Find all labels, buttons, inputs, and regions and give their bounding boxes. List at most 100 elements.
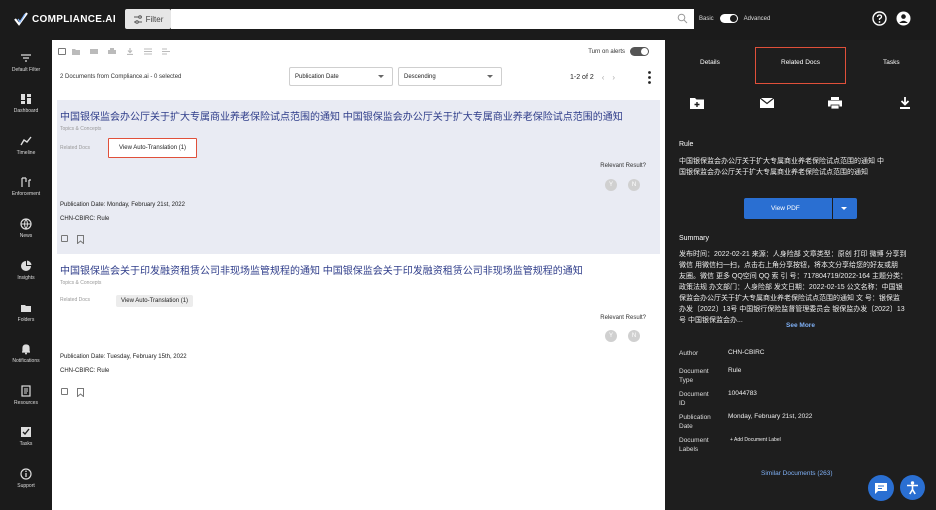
filter-icon: [133, 14, 142, 24]
sidebar-item-resources[interactable]: Resources: [0, 385, 52, 406]
search-input[interactable]: [171, 9, 694, 29]
relevant-yes-button[interactable]: Y: [605, 179, 617, 191]
tab-tasks[interactable]: Tasks: [883, 59, 900, 66]
timeline-icon: [20, 136, 32, 146]
document-title-link[interactable]: 中国银保监会关于印发融资租赁公司非现场监管规程的通知 中国银保监会关于印发融资租…: [60, 262, 583, 277]
summary-line: 政策法规 办文部门：人身险部 发文日期：2022-02-15 公文名称：中国银: [679, 284, 903, 291]
doc-labels-key: Document Labels: [679, 437, 709, 453]
sidebar-item-folders[interactable]: Folders: [0, 302, 52, 323]
next-page-icon[interactable]: ›: [612, 73, 615, 82]
more-options-icon[interactable]: [648, 71, 651, 84]
sidebar-item-tasks[interactable]: Tasks: [0, 426, 52, 447]
dashboard-icon: [21, 94, 31, 104]
document-row[interactable]: 中国银保监会办公厅关于扩大专属商业养老保险试点范围的通知 中国银保监会办公厅关于…: [57, 100, 660, 254]
document-row[interactable]: 中国银保监会关于印发融资租赁公司非现场监管规程的通知 中国银保监会关于印发融资租…: [57, 254, 660, 404]
chevron-down-icon: [487, 75, 493, 78]
prev-page-icon[interactable]: ‹: [602, 73, 605, 82]
bell-icon: [22, 344, 30, 355]
chat-button[interactable]: [868, 475, 894, 501]
alerts-switch[interactable]: [630, 47, 649, 56]
document-title-link[interactable]: 中国银保监会办公厅关于扩大专属商业养老保险试点范围的通知 中国银保监会办公厅关于…: [60, 108, 623, 123]
bookmark-icon[interactable]: [77, 235, 84, 244]
add-document-label-link[interactable]: + Add Document Label: [730, 437, 781, 443]
search-mode-toggle[interactable]: Basic Advanced: [699, 14, 770, 23]
view-auto-translation-button[interactable]: View Auto-Translation (1): [108, 138, 198, 158]
topics-label[interactable]: Topics & Concepts: [60, 126, 101, 132]
sidebar-item-dashboard[interactable]: Dashboard: [0, 93, 52, 114]
user-account-icon[interactable]: [896, 11, 911, 26]
tab-related-docs[interactable]: Related Docs: [781, 59, 820, 66]
sidebar-item-label: News: [19, 233, 33, 239]
doc-type-value: Rule: [728, 367, 742, 374]
filter-button[interactable]: Filter: [125, 9, 171, 29]
view-pdf-button[interactable]: View PDF: [744, 198, 857, 219]
doc-type-key: Document Type: [679, 368, 709, 384]
sort-field-select[interactable]: Publication Date: [289, 67, 393, 86]
doc-id-value: 10044783: [728, 390, 757, 397]
info-icon: [20, 468, 32, 480]
sidebar-item-enforcement[interactable]: Enforcement: [0, 176, 52, 197]
relevant-no-button[interactable]: N: [628, 330, 640, 342]
globe-icon: [20, 218, 32, 230]
help-icon[interactable]: [872, 11, 887, 26]
chevron-down-icon: [378, 75, 384, 78]
summary-line: 保监会办公厅关于扩大专属商业养老保险试点范围的通知 文 号：银保监: [679, 295, 900, 302]
alerts-toggle[interactable]: Turn on alerts: [588, 47, 649, 56]
print-icon[interactable]: [828, 97, 842, 109]
pagination: 1-2 of 2 ‹ ›: [570, 73, 615, 82]
folder-add-icon[interactable]: [72, 48, 80, 55]
document-details-panel: Details Related Docs Tasks Rule 中国银保监会办公…: [665, 40, 936, 510]
logo[interactable]: COMPLIANCE.AI: [14, 12, 116, 26]
sidebar-item-notifications[interactable]: Notifications: [0, 343, 52, 364]
sidebar-item-label: Insights: [17, 275, 35, 281]
list-view-icon[interactable]: [144, 48, 152, 55]
accessibility-button[interactable]: [900, 475, 925, 500]
sort-order-select[interactable]: Descending: [398, 67, 502, 86]
compact-view-icon[interactable]: [162, 48, 170, 55]
document-checkbox[interactable]: [61, 388, 68, 395]
folder-icon: [21, 305, 31, 312]
accessibility-icon: [907, 480, 918, 494]
alerts-label: Turn on alerts: [588, 48, 625, 55]
similar-documents-link[interactable]: Similar Documents (263): [761, 470, 833, 477]
print-icon[interactable]: [108, 48, 116, 55]
relevant-yes-button[interactable]: Y: [605, 330, 617, 342]
download-icon[interactable]: [126, 48, 134, 55]
pub-date-key: Publication Date: [679, 414, 711, 430]
mode-switch[interactable]: [719, 14, 738, 23]
related-docs-label: Related Docs: [60, 297, 91, 303]
summary-line: 微信 用微信扫一扫，点击右上角分享按钮，将本文分享给您的好友或朋: [679, 262, 898, 269]
download-icon[interactable]: [898, 97, 912, 109]
sidebar-item-insights[interactable]: Insights: [0, 260, 52, 281]
results-count: 2 Documents from Compliance.ai - 0 selec…: [60, 74, 182, 80]
chat-icon: [875, 482, 887, 494]
related-docs-label: Related Docs: [60, 145, 91, 151]
chevron-down-icon[interactable]: [841, 207, 847, 210]
sidebar-item-news[interactable]: News: [0, 218, 52, 239]
sidebar-item-timeline[interactable]: Timeline: [0, 135, 52, 156]
document-checkbox[interactable]: [61, 235, 68, 242]
split-divider: [832, 198, 833, 219]
folder-add-icon[interactable]: [690, 97, 704, 109]
brand-name: COMPLIANCE.AI: [32, 13, 116, 25]
author-value: CHN-CBIRC: [728, 349, 765, 356]
tab-details[interactable]: Details: [700, 59, 720, 66]
select-all-checkbox[interactable]: [58, 48, 66, 55]
bookmark-icon[interactable]: [77, 388, 84, 397]
email-icon[interactable]: [760, 97, 774, 109]
email-icon[interactable]: [90, 48, 98, 55]
see-more-link[interactable]: See More: [665, 322, 936, 329]
document-title-line: 中国银保监会办公厅关于扩大专属商业养老保险试点范围的通知 中: [679, 158, 884, 165]
relevant-result-label: Relevant Result?: [600, 315, 646, 321]
sidebar: Default Filter Dashboard Timeline Enforc…: [0, 40, 52, 510]
agency-type: CHN-CBIRC: Rule: [60, 216, 110, 222]
top-bar: COMPLIANCE.AI Filter Basic Advanced: [0, 0, 936, 40]
topics-label[interactable]: Topics & Concepts: [60, 280, 101, 286]
relevant-no-button[interactable]: N: [628, 179, 640, 191]
search-icon[interactable]: [677, 13, 688, 24]
sidebar-item-default-filter[interactable]: Default Filter: [0, 52, 52, 73]
enforcement-icon: [21, 177, 31, 187]
sidebar-item-support[interactable]: Support: [0, 468, 52, 489]
summary-label: Summary: [679, 235, 709, 242]
view-auto-translation-button[interactable]: View Auto-Translation (1): [116, 295, 194, 307]
